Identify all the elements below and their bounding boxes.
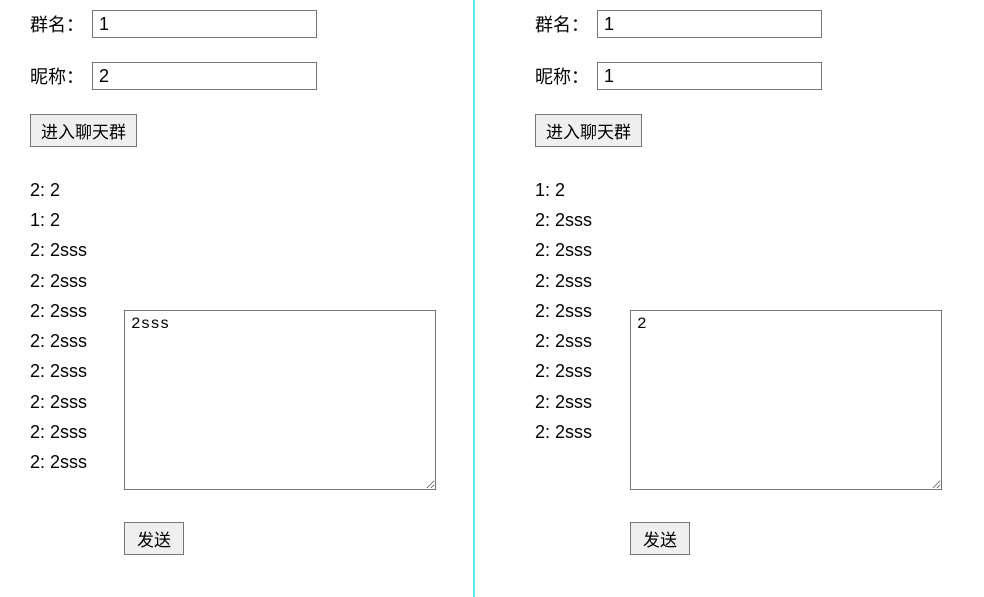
group-name-label: 群名： — [535, 11, 597, 37]
message-item: 1: 2 — [30, 205, 443, 235]
compose-area: 发送 — [630, 310, 942, 555]
message-textarea[interactable] — [124, 310, 436, 490]
send-button[interactable]: 发送 — [630, 522, 690, 555]
compose-area: 发送 — [124, 310, 436, 555]
right-panel: 群名： 昵称： 进入聊天群 1: 2 2: 2sss 2: 2sss 2: 2s… — [475, 0, 984, 597]
nickname-row: 昵称： — [535, 62, 954, 90]
nickname-label: 昵称： — [535, 63, 597, 89]
group-name-label: 群名： — [30, 11, 92, 37]
group-name-input[interactable] — [92, 10, 317, 38]
enter-chat-button[interactable]: 进入聊天群 — [30, 114, 137, 147]
group-name-input[interactable] — [597, 10, 822, 38]
message-item: 2: 2sss — [535, 266, 954, 296]
nickname-row: 昵称： — [30, 62, 443, 90]
nickname-input[interactable] — [92, 62, 317, 90]
nickname-input[interactable] — [597, 62, 822, 90]
message-item: 2: 2sss — [535, 235, 954, 265]
send-button[interactable]: 发送 — [124, 522, 184, 555]
enter-chat-button[interactable]: 进入聊天群 — [535, 114, 642, 147]
message-item: 1: 2 — [535, 175, 954, 205]
message-item: 2: 2 — [30, 175, 443, 205]
message-item: 2: 2sss — [30, 266, 443, 296]
message-item: 2: 2sss — [30, 235, 443, 265]
message-item: 2: 2sss — [535, 205, 954, 235]
left-panel: 群名： 昵称： 进入聊天群 2: 2 1: 2 2: 2sss 2: 2sss … — [0, 0, 475, 597]
group-name-row: 群名： — [535, 10, 954, 38]
group-name-row: 群名： — [30, 10, 443, 38]
nickname-label: 昵称： — [30, 63, 92, 89]
message-textarea[interactable] — [630, 310, 942, 490]
